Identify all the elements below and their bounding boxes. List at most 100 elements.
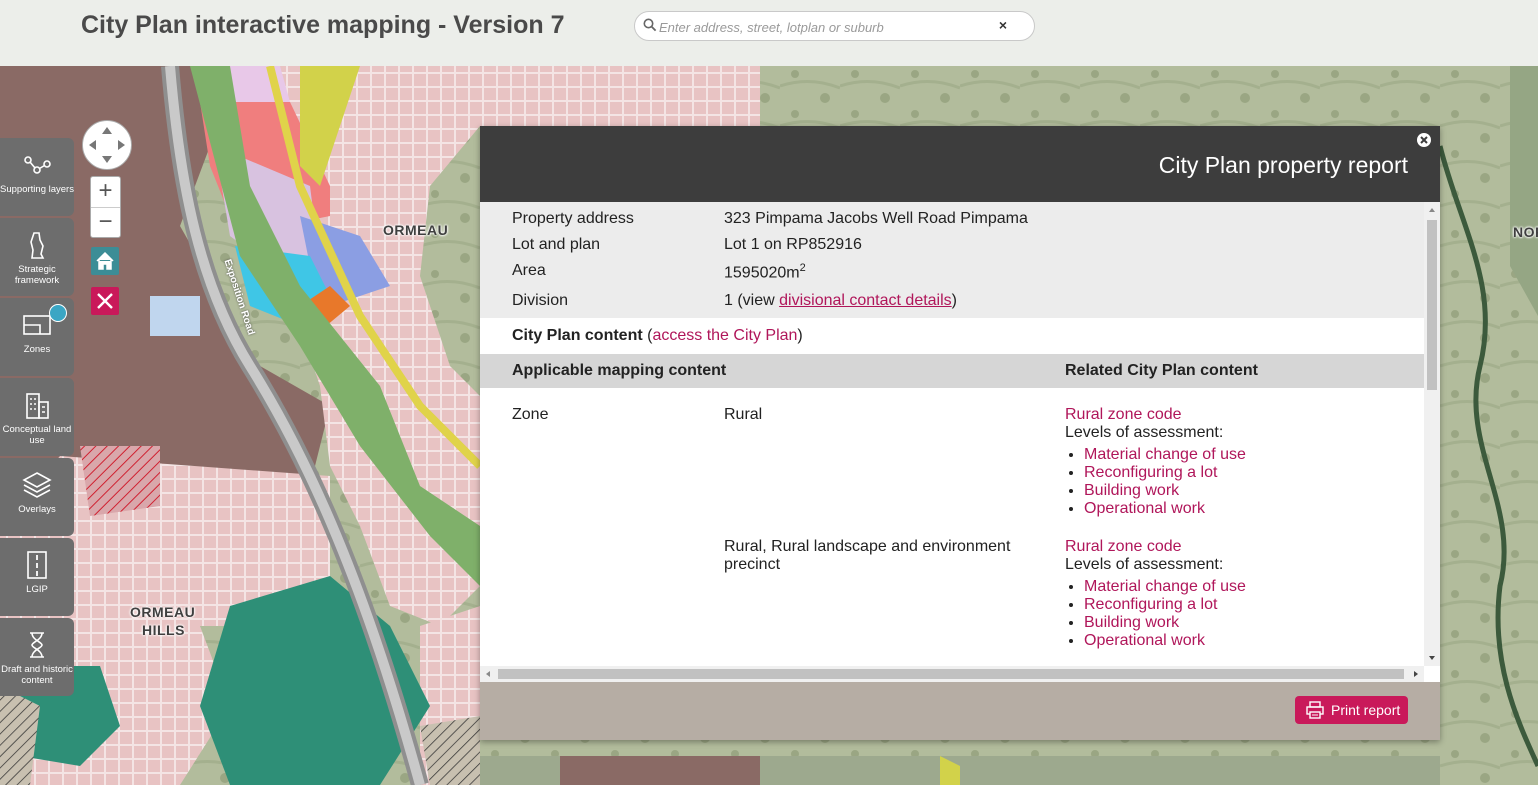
lot-plan-value: Lot 1 on RP852916	[724, 236, 862, 253]
horizontal-scroll-thumb[interactable]	[498, 669, 1404, 679]
hourglass-icon	[30, 632, 44, 658]
zoom-out-button[interactable]: −	[91, 208, 120, 238]
map-label-ormeau: ORMEAU	[383, 222, 449, 238]
vertical-scroll-thumb[interactable]	[1427, 220, 1437, 390]
region-outline-icon	[30, 232, 45, 259]
toolbar-zones[interactable]: Zones	[0, 298, 74, 376]
city-plan-paren-close: )	[797, 327, 803, 344]
division-suffix: )	[951, 292, 957, 309]
area-unit-sup: 2	[799, 262, 806, 274]
col-header-related: Related City Plan content	[1065, 362, 1258, 379]
map-label-ormeau-hills-line2: HILLS	[142, 622, 185, 638]
division-number: 1 (view	[724, 292, 780, 309]
row1-levels-label: Levels of assessment:	[1065, 424, 1224, 441]
home-icon	[96, 251, 114, 270]
scroll-up-icon[interactable]	[1424, 202, 1440, 218]
toolbar-supporting-layers[interactable]: Supporting layers	[0, 138, 74, 216]
list-item: Operational work	[1084, 500, 1405, 518]
clear-map-button[interactable]	[91, 287, 119, 315]
toolbar-label: Conceptual land use	[2, 424, 72, 446]
operational-work-link[interactable]: Operational work	[1084, 500, 1205, 517]
map-label-nor: NOR	[1513, 224, 1538, 240]
property-details: Property address 323 Pimpama Jacobs Well…	[480, 202, 1424, 318]
toolbar-label: Draft and historic content	[1, 664, 73, 686]
toolbar-overlays[interactable]: Overlays	[0, 458, 74, 536]
divisional-contact-link[interactable]: divisional contact details	[779, 292, 952, 309]
city-plan-content-label: City Plan content	[512, 327, 643, 344]
row1-zone-code-link[interactable]: Rural zone code	[1065, 406, 1405, 424]
lot-plan-label: Lot and plan	[512, 236, 601, 253]
row2-zone-code-link[interactable]: Rural zone code	[1065, 538, 1405, 556]
print-report-label: Print report	[1331, 702, 1401, 718]
scroll-left-icon[interactable]	[480, 666, 496, 682]
building-work-link[interactable]: Building work	[1084, 614, 1179, 631]
toolbar-label: LGIP	[26, 584, 48, 595]
city-plan-content-heading: City Plan content (access the City Plan)	[512, 327, 803, 345]
left-toolbar: Supporting layers Strategic framework Zo…	[0, 138, 74, 698]
row1-value: Rural	[724, 406, 763, 423]
area-label: Area	[512, 262, 546, 279]
close-icon	[1420, 136, 1428, 144]
list-item: Reconfiguring a lot	[1084, 596, 1405, 614]
report-body[interactable]: Property address 323 Pimpama Jacobs Well…	[480, 202, 1424, 666]
printer-icon	[1306, 701, 1324, 719]
area-value: 1595020m2	[724, 262, 806, 282]
toolbar-conceptual-land-use[interactable]: Conceptual land use	[0, 378, 74, 456]
operational-work-link[interactable]: Operational work	[1084, 632, 1205, 649]
list-item: Building work	[1084, 482, 1405, 500]
vertical-scrollbar[interactable]	[1424, 202, 1440, 666]
zones-icon	[23, 315, 51, 335]
property-address-label: Property address	[512, 210, 634, 227]
home-button[interactable]	[91, 247, 119, 275]
area-number: 1595020m	[724, 264, 800, 282]
pan-control[interactable]	[82, 120, 132, 170]
list-item: Material change of use	[1084, 446, 1405, 464]
search-box[interactable]: ×	[634, 11, 1035, 41]
building-work-link[interactable]: Building work	[1084, 482, 1179, 499]
toolbar-lgip[interactable]: LGIP	[0, 538, 74, 616]
report-footer: Print report	[480, 682, 1440, 740]
mcu-link[interactable]: Material change of use	[1084, 578, 1246, 595]
app-title: City Plan interactive mapping - Version …	[81, 11, 565, 39]
report-close-button[interactable]	[1417, 133, 1431, 147]
report-header: City Plan property report	[480, 126, 1440, 202]
list-item: Material change of use	[1084, 578, 1405, 596]
row2-value: Rural, Rural landscape and environment p…	[724, 538, 1011, 573]
row1-related: Rural zone code Levels of assessment: Ma…	[1065, 406, 1405, 518]
search-icon	[643, 18, 657, 32]
row2-assessment-list: Material change of use Reconfiguring a l…	[1065, 578, 1405, 650]
network-icon	[24, 156, 51, 174]
map-label-ormeau-hills-line1: ORMEAU	[130, 604, 196, 620]
mcu-link[interactable]: Material change of use	[1084, 446, 1246, 463]
scroll-down-icon[interactable]	[1424, 650, 1440, 666]
zones-active-badge	[49, 304, 67, 322]
row2-related: Rural zone code Levels of assessment: Ma…	[1065, 538, 1405, 650]
row1-category: Zone	[512, 406, 549, 423]
list-item: Operational work	[1084, 632, 1405, 650]
search-input[interactable]	[657, 15, 991, 39]
zoom-in-button[interactable]: +	[91, 177, 120, 208]
list-item: Reconfiguring a lot	[1084, 464, 1405, 482]
search-clear-button[interactable]: ×	[993, 15, 1013, 35]
row1-assessment-list: Material change of use Reconfiguring a l…	[1065, 446, 1405, 518]
toolbar-label: Overlays	[18, 504, 56, 515]
toolbar-label: Supporting layers	[0, 184, 74, 195]
table-header: Applicable mapping content Related City …	[480, 354, 1424, 388]
col-header-mapping: Applicable mapping content	[512, 362, 727, 379]
property-address-value: 323 Pimpama Jacobs Well Road Pimpama	[724, 210, 1028, 227]
app-header: City Plan interactive mapping - Version …	[0, 0, 1538, 66]
reconfiguring-lot-link[interactable]: Reconfiguring a lot	[1084, 596, 1217, 613]
access-city-plan-link[interactable]: access the City Plan	[652, 327, 797, 344]
toolbar-label: Strategic framework	[14, 264, 60, 286]
toolbar-strategic-framework[interactable]: Strategic framework	[0, 218, 74, 296]
reconfiguring-lot-link[interactable]: Reconfiguring a lot	[1084, 464, 1217, 481]
scroll-right-icon[interactable]	[1408, 666, 1424, 682]
zoom-control: + −	[90, 176, 121, 238]
division-value: 1 (view divisional contact details)	[724, 292, 957, 310]
print-report-button[interactable]: Print report	[1295, 696, 1408, 724]
horizontal-scrollbar[interactable]	[480, 666, 1424, 682]
road-icon	[27, 551, 47, 579]
toolbar-draft-historic[interactable]: Draft and historic content	[0, 618, 74, 696]
close-icon	[97, 293, 113, 309]
division-label: Division	[512, 292, 569, 309]
